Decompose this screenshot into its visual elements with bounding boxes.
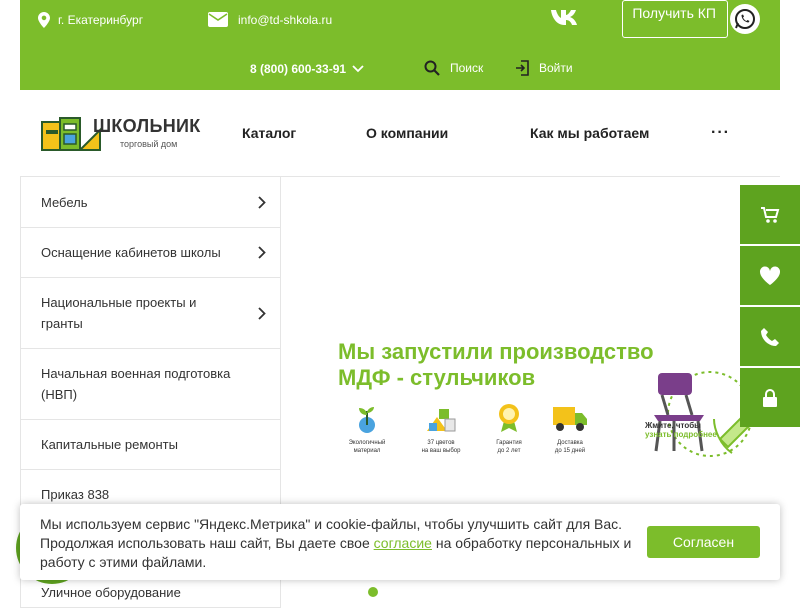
email-link[interactable]: info@td-shkola.ru (208, 12, 332, 27)
cart-icon (761, 206, 780, 223)
feature-text: Экологичный (348, 440, 386, 446)
nav-about[interactable]: О компании (366, 125, 448, 141)
city-selector[interactable]: г. Екатеринбург (38, 12, 143, 28)
chevron-right-icon (258, 307, 266, 320)
feature-text: на ваш выбор (421, 448, 461, 454)
sidebar-item-military-training[interactable]: Начальная военная подготовка (НВП) (21, 349, 280, 420)
login-button[interactable]: Войти (515, 60, 573, 76)
search-button[interactable]: Поиск (424, 60, 483, 76)
chevron-down-icon (352, 65, 364, 73)
sidebar-item-classroom-equipment[interactable]: Оснащение кабинетов школы (21, 228, 280, 278)
phone-number: 8 (800) 600-33-91 (250, 62, 347, 76)
feature-text: 37 цветов (427, 440, 455, 446)
phone-dropdown[interactable]: 8 (800) 600-33-91 (250, 62, 364, 76)
sidebar-item-national-projects[interactable]: Национальные проекты и гранты (21, 278, 280, 349)
heart-icon (759, 265, 781, 285)
city-label: г. Екатеринбург (58, 13, 144, 27)
medal-icon (499, 404, 519, 432)
banner-title-line: МДФ - стульчиков (338, 365, 536, 390)
slider-dot-active[interactable] (368, 587, 378, 597)
favorites-button[interactable] (740, 246, 800, 305)
sidebar-item-label: Капитальные ремонты (41, 437, 178, 452)
banner-title-line: Мы запустили производство (338, 339, 654, 364)
banner-title: Мы запустили производство МДФ - стульчик… (338, 339, 654, 391)
get-kp-button[interactable]: Получить КП (622, 0, 728, 38)
logo-subtitle: торговый дом (120, 139, 178, 149)
mail-icon (208, 12, 228, 27)
cookie-text: Мы используем сервис "Яндекс.Метрика" и … (40, 515, 640, 572)
location-pin-icon (38, 12, 50, 28)
feature-text: Доставка (557, 440, 583, 446)
top-bar: г. Екатеринбург info@td-shkola.ru Получи… (20, 0, 780, 90)
accept-cookies-button[interactable]: Согласен (647, 526, 760, 558)
nav-how-we-work[interactable]: Как мы работаем (530, 125, 649, 141)
logo-title: ШКОЛЬНИК (93, 116, 201, 136)
sidebar-item-label: Приказ 838 (41, 487, 110, 502)
feature-text: Гарантия (496, 440, 522, 446)
sidebar-item-label: Мебель (41, 195, 88, 210)
whatsapp-icon[interactable] (730, 4, 760, 34)
lock-icon (763, 388, 777, 407)
sidebar-item-label: Начальная военная подготовка (НВП) (41, 366, 231, 402)
color-blocks-icon (427, 409, 456, 432)
feature-warranty: Гарантия до 2 лет (474, 404, 544, 455)
eco-leaf-icon (359, 407, 375, 433)
banner-cta-line1: Жмите, чтобы (645, 421, 701, 430)
callback-button[interactable] (740, 307, 800, 366)
chevron-right-icon (258, 246, 266, 259)
login-icon (516, 60, 529, 76)
sidebar-item-outdoor[interactable]: Уличное оборудование (41, 585, 181, 600)
cookie-notice: Мы используем сервис "Яндекс.Метрика" и … (20, 504, 780, 580)
sidebar-item-capital-repairs[interactable]: Капитальные ремонты (21, 420, 280, 470)
banner-cta-line2: узнать подробнее (645, 430, 717, 439)
feature-eco: Экологичный материал (332, 405, 402, 455)
nav-more-button[interactable]: ··· (711, 124, 730, 142)
feature-text: материал (353, 448, 381, 454)
search-icon (424, 60, 440, 76)
promo-banner[interactable]: Мы запустили производство МДФ - стульчик… (280, 177, 800, 507)
login-label: Войти (539, 61, 573, 75)
account-button[interactable] (740, 368, 800, 427)
feature-colors: 37 цветов на ваш выбор (406, 405, 476, 455)
cart-button[interactable] (740, 185, 800, 244)
feature-text: до 15 дней (554, 448, 586, 454)
feature-delivery: Доставка до 15 дней (535, 405, 605, 455)
truck-icon (553, 407, 587, 431)
nav-catalog[interactable]: Каталог (242, 125, 296, 141)
consent-link[interactable]: согласие (374, 535, 432, 551)
phone-icon (761, 327, 779, 346)
logo[interactable]: ШКОЛЬНИК торговый дом (40, 112, 215, 156)
sidebar-item-furniture[interactable]: Мебель (21, 177, 280, 228)
email-label: info@td-shkola.ru (238, 12, 333, 27)
sidebar-item-label: Оснащение кабинетов школы (41, 245, 221, 260)
banner-cta[interactable]: Жмите, чтобы узнать подробнее (645, 421, 717, 439)
chevron-right-icon (258, 196, 266, 209)
vk-icon[interactable] (550, 8, 582, 26)
sidebar-item-label: Национальные проекты и гранты (41, 295, 197, 331)
search-label: Поиск (450, 61, 484, 75)
feature-text: до 2 лет (497, 448, 521, 454)
